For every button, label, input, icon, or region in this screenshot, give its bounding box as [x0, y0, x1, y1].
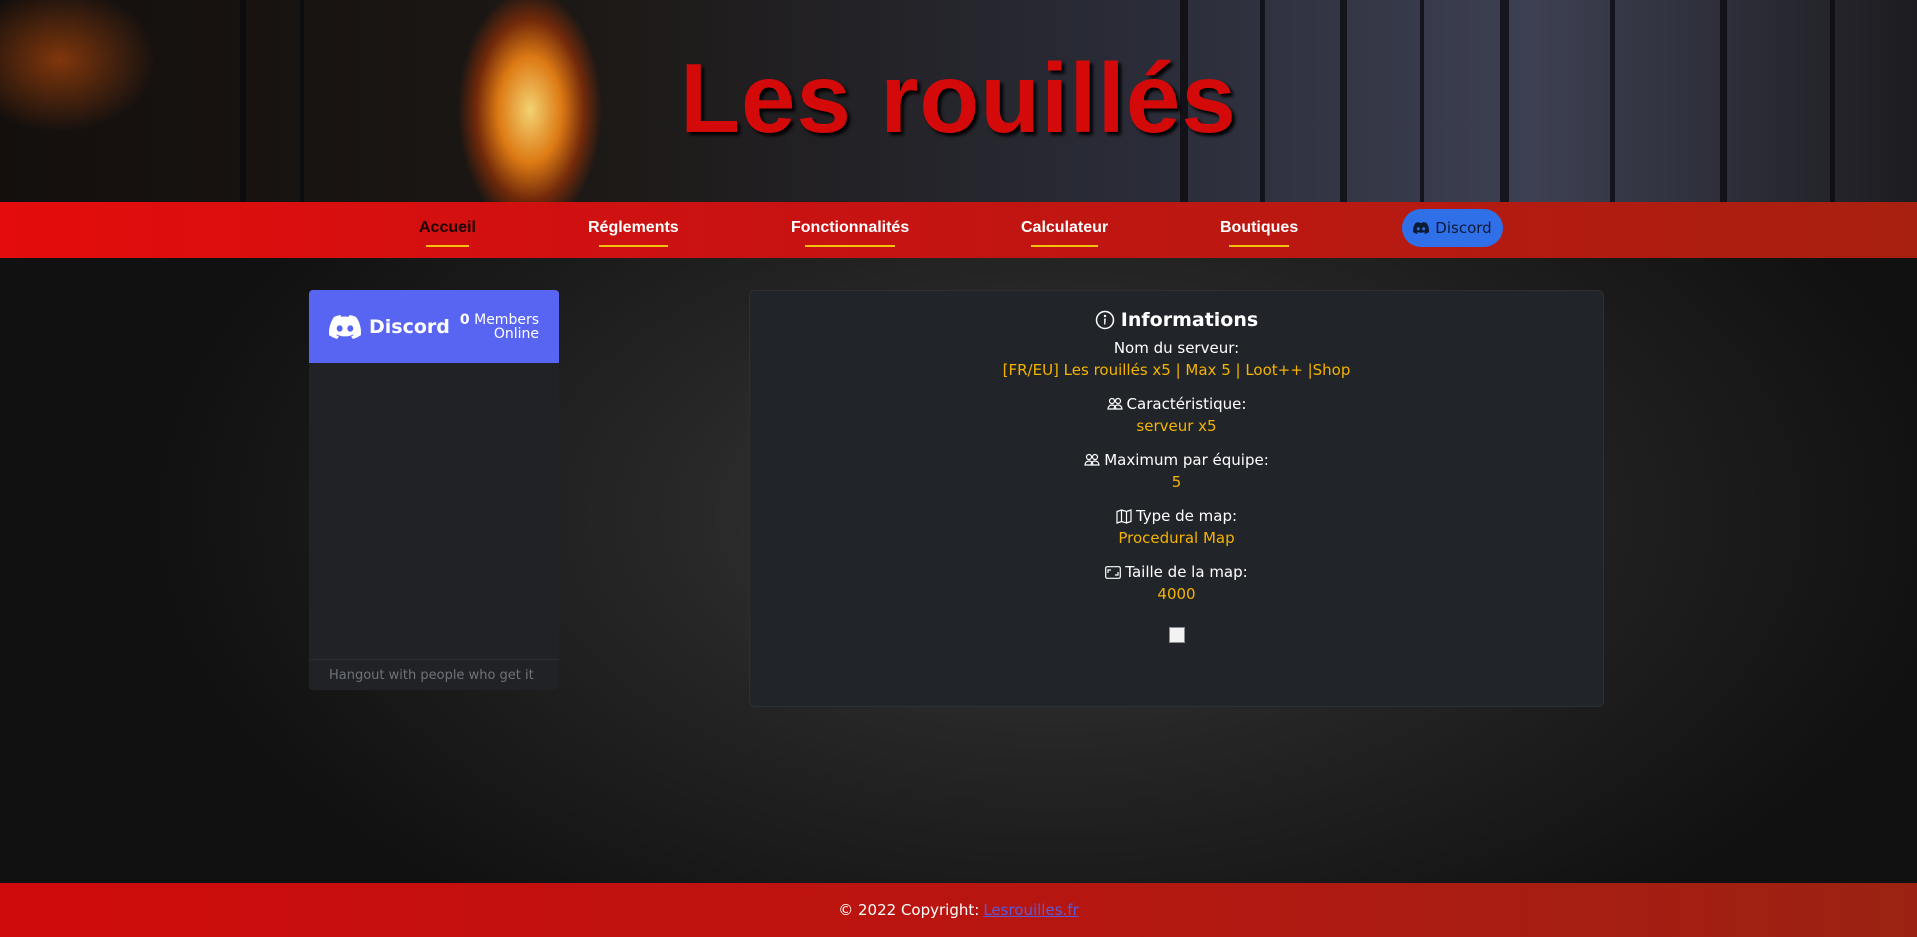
discord-button[interactable]: Discord: [1402, 209, 1503, 247]
people-icon: [1084, 453, 1100, 467]
map-type-value: Procedural Map: [1118, 529, 1235, 547]
map-type-label-row: Type de map:: [750, 507, 1603, 525]
discord-widget-brand: Discord: [329, 314, 450, 339]
header-banner: Les rouillés: [0, 0, 1917, 202]
discord-widget-brand-text: Discord: [369, 315, 450, 338]
nav-item-boutiques[interactable]: Boutiques: [1220, 219, 1298, 247]
info-group-characteristic: Caractéristique: serveur x5: [750, 395, 1603, 435]
server-name-label: Nom du serveur:: [1113, 339, 1240, 357]
max-team-value: 5: [1171, 473, 1182, 491]
info-group-max-team: Maximum par équipe: 5: [750, 451, 1603, 491]
online-label: Online: [493, 325, 539, 342]
copyright-text: © 2022 Copyright:: [838, 901, 980, 919]
info-card-title-text: Informations: [1120, 309, 1259, 331]
discord-icon: [1413, 222, 1430, 234]
map-size-label: Taille de la map:: [1125, 563, 1248, 581]
discord-widget-header[interactable]: Discord 0 Members Online: [309, 290, 559, 363]
discord-button-label: Discord: [1435, 219, 1492, 237]
map-size-label-row: Taille de la map:: [750, 563, 1603, 581]
discord-widget-footer: Hangout with people who get it: [309, 659, 559, 690]
info-group-map-size: Taille de la map: 4000: [750, 563, 1603, 603]
page-footer: © 2022 Copyright: Lesrouilles.fr: [0, 883, 1917, 937]
main-navbar: Accueil Réglements Fonctionnalités Calcu…: [0, 202, 1917, 258]
map-type-label: Type de map:: [1135, 507, 1238, 525]
nav-item-calculateur[interactable]: Calculateur: [1021, 219, 1108, 247]
nav-item-fonctionnalites[interactable]: Fonctionnalités: [791, 219, 909, 247]
site-title: Les rouillés: [680, 43, 1237, 153]
discord-widget: Discord 0 Members Online Hangout with pe…: [309, 290, 559, 690]
info-group-map-type: Type de map: Procedural Map: [750, 507, 1603, 547]
people-icon: [1106, 397, 1123, 411]
characteristic-value: serveur x5: [1136, 417, 1217, 435]
max-team-label-row: Maximum par équipe:: [750, 451, 1603, 469]
nav-item-accueil[interactable]: Accueil: [419, 219, 476, 247]
server-name-value: [FR/EU] Les rouillés x5 | Max 5 | Loot++…: [1002, 361, 1351, 379]
max-team-label: Maximum par équipe:: [1104, 451, 1269, 469]
info-card: Informations Nom du serveur: [FR/EU] Les…: [749, 290, 1604, 707]
broken-image: [750, 603, 1603, 647]
aspect-ratio-icon: [1105, 565, 1122, 579]
nav-item-reglements[interactable]: Réglements: [588, 219, 679, 247]
members-online-count: 0 Members Online: [460, 313, 539, 341]
map-size-value: 4000: [1157, 585, 1196, 603]
info-card-title: Informations: [750, 309, 1603, 331]
map-icon: [1116, 508, 1132, 524]
discord-logo-icon: [329, 314, 361, 339]
info-circle-icon: [1095, 310, 1115, 330]
members-count: 0: [459, 311, 470, 328]
info-group-server-name: Nom du serveur: [FR/EU] Les rouillés x5 …: [750, 339, 1603, 379]
footer-site-link[interactable]: Lesrouilles.fr: [983, 901, 1078, 919]
characteristic-label: Caractéristique:: [1126, 395, 1247, 413]
characteristic-label-row: Caractéristique:: [750, 395, 1603, 413]
